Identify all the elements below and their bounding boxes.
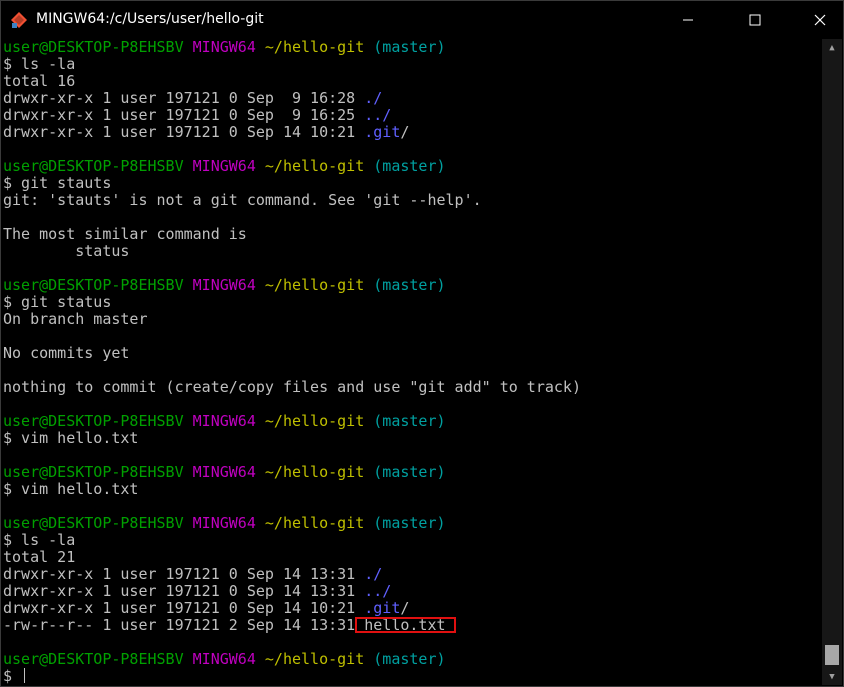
- prompt-line: user@DESKTOP-P8EHSBV MINGW64 ~/hello-git…: [3, 464, 821, 481]
- maximize-button[interactable]: [732, 1, 778, 38]
- command-line: $ ls -la: [3, 55, 76, 73]
- prompt-user: user@DESKTOP-P8EHSBV: [3, 514, 184, 532]
- prompt-path: ~/hello-git: [264, 276, 365, 294]
- listing-row: drwxr-xr-x 1 user 197121 0 Sep 14 13:31 …: [3, 583, 821, 600]
- output-line: The most similar command is: [3, 225, 247, 243]
- prompt-line: user@DESKTOP-P8EHSBV MINGW64 ~/hello-git…: [3, 413, 821, 430]
- current-prompt: $: [3, 667, 22, 685]
- listing-row: -rw-r--r-- 1 user 197121 2 Sep 14 13:31 …: [3, 617, 821, 634]
- prompt-branch: (master): [373, 412, 446, 430]
- close-button[interactable]: [797, 1, 843, 38]
- command-line: $ git stauts: [3, 174, 112, 192]
- terminal-window: MINGW64:/c/Users/user/hello-git user@DES…: [0, 0, 844, 687]
- listing-meta: drwxr-xr-x 1 user 197121 0 Sep 14 10:21: [3, 599, 365, 617]
- prompt-env: MINGW64: [192, 463, 256, 481]
- prompt-user: user@DESKTOP-P8EHSBV: [3, 412, 184, 430]
- prompt-user: user@DESKTOP-P8EHSBV: [3, 157, 184, 175]
- prompt-path: ~/hello-git: [264, 463, 365, 481]
- listing-meta: drwxr-xr-x 1 user 197121 0 Sep 14 13:31: [3, 582, 365, 600]
- text-cursor: [24, 668, 26, 683]
- prompt-user: user@DESKTOP-P8EHSBV: [3, 463, 184, 481]
- listing-meta: -rw-r--r-- 1 user 197121 2 Sep 14 13:31: [3, 616, 365, 634]
- output-line: On branch master: [3, 310, 148, 328]
- command-line: $ ls -la: [3, 531, 76, 549]
- prompt-path: ~/hello-git: [264, 514, 365, 532]
- output-line: total 21: [3, 548, 76, 566]
- prompt-env: MINGW64: [192, 412, 256, 430]
- maximize-icon: [749, 14, 761, 25]
- prompt-path: ~/hello-git: [264, 39, 365, 56]
- prompt-path: ~/hello-git: [264, 412, 365, 430]
- prompt-line: user@DESKTOP-P8EHSBV MINGW64 ~/hello-git…: [3, 515, 821, 532]
- prompt-env: MINGW64: [192, 514, 256, 532]
- scroll-down-arrow-icon[interactable]: ▼: [822, 668, 842, 685]
- prompt-branch: (master): [373, 276, 446, 294]
- title-bar[interactable]: MINGW64:/c/Users/user/hello-git: [1, 1, 843, 38]
- terminal-output[interactable]: user@DESKTOP-P8EHSBV MINGW64 ~/hello-git…: [3, 39, 821, 685]
- listing-name: ./: [364, 89, 383, 107]
- listing-name: ./: [364, 565, 383, 583]
- listing-name: .git: [364, 599, 401, 617]
- prompt-branch: (master): [373, 39, 446, 56]
- prompt-env: MINGW64: [192, 276, 256, 294]
- output-line: git: 'stauts' is not a git command. See …: [3, 191, 482, 209]
- vertical-scrollbar[interactable]: ▲ ▼: [822, 39, 842, 685]
- prompt-line: user@DESKTOP-P8EHSBV MINGW64 ~/hello-git…: [3, 39, 821, 56]
- listing-slash: /: [400, 599, 410, 617]
- prompt-env: MINGW64: [192, 650, 256, 668]
- output-line: nothing to commit (create/copy files and…: [3, 378, 581, 396]
- listing-meta: drwxr-xr-x 1 user 197121 0 Sep 14 10:21: [3, 123, 365, 141]
- minimize-icon: [683, 19, 693, 20]
- prompt-line: user@DESKTOP-P8EHSBV MINGW64 ~/hello-git…: [3, 158, 821, 175]
- command-line: $ git status: [3, 293, 112, 311]
- listing-name: ../: [364, 106, 392, 124]
- minimize-button[interactable]: [665, 1, 711, 38]
- listing-meta: drwxr-xr-x 1 user 197121 0 Sep 14 13:31: [3, 565, 365, 583]
- listing-row: drwxr-xr-x 1 user 197121 0 Sep 14 10:21 …: [3, 600, 821, 617]
- prompt-line: user@DESKTOP-P8EHSBV MINGW64 ~/hello-git…: [3, 651, 821, 668]
- prompt-branch: (master): [373, 157, 446, 175]
- scrollbar-thumb[interactable]: [825, 645, 839, 665]
- listing-name: .git: [364, 123, 401, 141]
- command-line: $ vim hello.txt: [3, 480, 139, 498]
- prompt-env: MINGW64: [192, 39, 256, 56]
- prompt-path: ~/hello-git: [264, 650, 365, 668]
- listing-row: drwxr-xr-x 1 user 197121 0 Sep 9 16:25 .…: [3, 107, 821, 124]
- output-line: status: [3, 242, 130, 260]
- prompt-user: user@DESKTOP-P8EHSBV: [3, 650, 184, 668]
- output-line: No commits yet: [3, 344, 130, 362]
- listing-row: drwxr-xr-x 1 user 197121 0 Sep 9 16:28 .…: [3, 90, 821, 107]
- scroll-up-arrow-icon[interactable]: ▲: [822, 39, 842, 56]
- listing-slash: /: [400, 123, 410, 141]
- git-bash-icon: [11, 12, 27, 28]
- output-line: total 16: [3, 72, 76, 90]
- prompt-branch: (master): [373, 650, 446, 668]
- listing-meta: drwxr-xr-x 1 user 197121 0 Sep 9 16:28: [3, 89, 365, 107]
- listing-row: drwxr-xr-x 1 user 197121 0 Sep 14 10:21 …: [3, 124, 821, 141]
- close-icon: [814, 14, 826, 25]
- listing-row: drwxr-xr-x 1 user 197121 0 Sep 14 13:31 …: [3, 566, 821, 583]
- prompt-branch: (master): [373, 514, 446, 532]
- prompt-path: ~/hello-git: [264, 157, 365, 175]
- listing-meta: drwxr-xr-x 1 user 197121 0 Sep 9 16:25: [3, 106, 365, 124]
- prompt-env: MINGW64: [192, 157, 256, 175]
- listing-name-hello-txt: hello.txt: [364, 616, 446, 634]
- prompt-user: user@DESKTOP-P8EHSBV: [3, 39, 184, 56]
- command-input-line[interactable]: $: [3, 668, 821, 685]
- window-title: MINGW64:/c/Users/user/hello-git: [36, 11, 264, 27]
- prompt-user: user@DESKTOP-P8EHSBV: [3, 276, 184, 294]
- listing-name: ../: [364, 582, 392, 600]
- command-line: $ vim hello.txt: [3, 429, 139, 447]
- prompt-line: user@DESKTOP-P8EHSBV MINGW64 ~/hello-git…: [3, 277, 821, 294]
- prompt-branch: (master): [373, 463, 446, 481]
